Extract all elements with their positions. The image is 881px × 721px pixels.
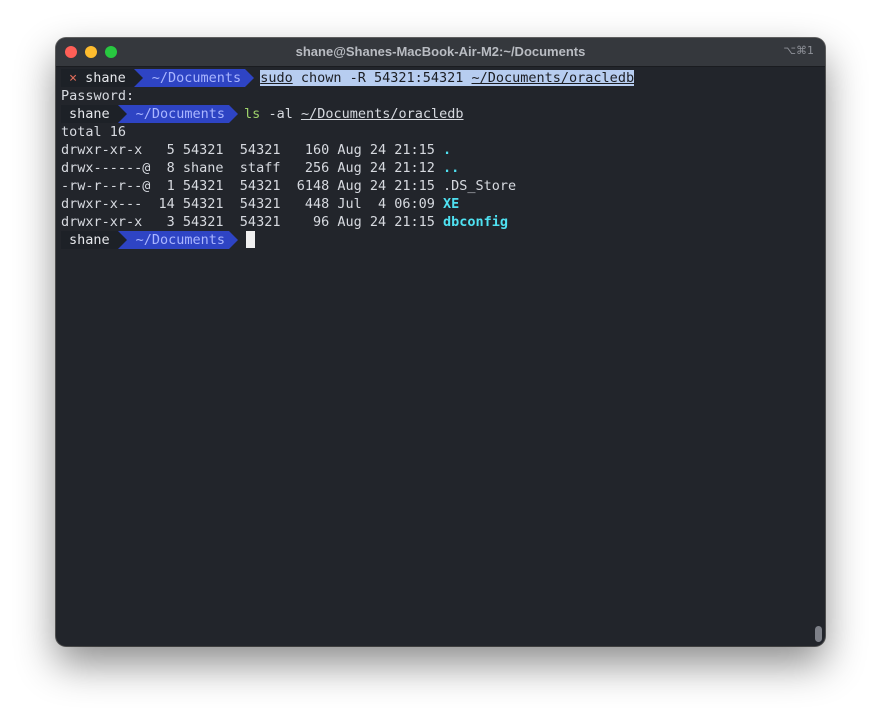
listing-row: drwxr-xr-x 5 54321 54321 160 Aug 24 21:1… [61, 141, 811, 159]
title-bar: shane@Shanes-MacBook-Air-M2:~/Documents … [56, 38, 825, 67]
row-meta: drwx------@ 8 shane staff 256 Aug 24 21:… [61, 160, 444, 176]
selected-command[interactable]: sudo chown -R 54321:54321 ~/Documents/or… [260, 70, 635, 86]
prompt-user: shane [69, 106, 110, 122]
listing-row: drwx------@ 8 shane staff 256 Aug 24 21:… [61, 159, 811, 177]
prompt-user-segment: × shane [61, 69, 134, 87]
row-meta: -rw-r--r--@ 1 54321 54321 6148 Aug 24 21… [61, 178, 444, 194]
row-filename: XE [443, 196, 460, 212]
command-program: sudo [260, 70, 293, 86]
scrollbar-thumb[interactable] [815, 626, 822, 642]
prompt-user-segment: shane [61, 231, 118, 249]
prompt-line-2: shane ~/Documents ls -al ~/Documents/oracl… [61, 105, 811, 123]
prompt-user: shane [69, 232, 110, 248]
window-shortcut: ⌥⌘1 [783, 44, 814, 57]
row-filename: .. [443, 160, 460, 176]
prompt-dir-segment: ~/Documents [117, 231, 239, 249]
prompt-dir: ~/Documents [135, 232, 226, 248]
command-args: chown -R 54321:54321 [292, 70, 472, 86]
listing-row: drwxr-x--- 14 54321 54321 448 Jul 4 06:0… [61, 195, 811, 213]
row-filename: .DS_Store [443, 178, 517, 194]
row-meta: drwxr-x--- 14 54321 54321 448 Jul 4 06:0… [61, 196, 444, 212]
prompt-user: shane [85, 70, 126, 86]
listing-row: -rw-r--r--@ 1 54321 54321 6148 Aug 24 21… [61, 177, 811, 195]
command-args: -al [260, 106, 301, 122]
prompt-dir-segment: ~/Documents [133, 69, 255, 87]
prompt-line-1: × shane ~/Documents sudo chown -R 54321:543… [61, 69, 811, 87]
text-cursor[interactable] [246, 231, 256, 248]
error-mark-icon: × [69, 70, 78, 86]
command-path: ~/Documents/oracledb [300, 106, 464, 122]
window-title: shane@Shanes-MacBook-Air-M2:~/Documents [295, 44, 586, 59]
prompt-dir-segment: ~/Documents [117, 105, 239, 123]
row-filename: . [443, 142, 452, 158]
row-filename: dbconfig [443, 214, 509, 230]
row-meta: drwxr-xr-x 3 54321 54321 96 Aug 24 21:15 [61, 214, 444, 230]
row-meta: drwxr-xr-x 5 54321 54321 160 Aug 24 21:1… [61, 142, 444, 158]
terminal-window: shane@Shanes-MacBook-Air-M2:~/Documents … [56, 38, 825, 646]
prompt-dir: ~/Documents [135, 106, 226, 122]
command-path: ~/Documents/oracledb [471, 70, 635, 86]
command-program: ls [244, 106, 261, 122]
prompt-line-3: shane ~/Documents [61, 231, 811, 249]
prompt-user-segment: shane [61, 105, 118, 123]
password-line: Password: [61, 88, 135, 104]
prompt-dir: ~/Documents [151, 70, 242, 86]
listing-row: drwxr-xr-x 3 54321 54321 96 Aug 24 21:15… [61, 213, 811, 231]
terminal-output[interactable]: × shane ~/Documents sudo chown -R 54321:543… [61, 69, 811, 249]
listing-total: total 16 [61, 124, 127, 140]
